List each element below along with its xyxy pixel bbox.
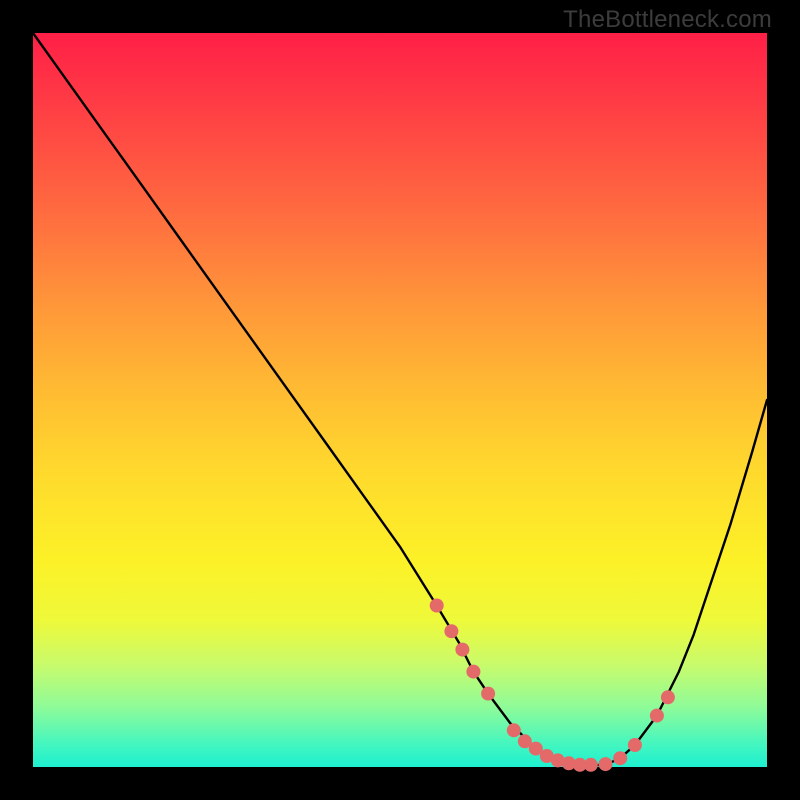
watermark-text: TheBottleneck.com bbox=[563, 6, 772, 34]
marker-group bbox=[430, 599, 675, 772]
chart-frame: TheBottleneck.com bbox=[0, 0, 800, 800]
marker-point bbox=[444, 624, 458, 638]
marker-point bbox=[661, 690, 675, 704]
plot-area bbox=[33, 33, 767, 767]
marker-point bbox=[650, 709, 664, 723]
marker-point bbox=[430, 599, 444, 613]
marker-point bbox=[628, 738, 642, 752]
marker-point bbox=[455, 643, 469, 657]
curve-layer bbox=[33, 33, 767, 767]
marker-point bbox=[584, 758, 598, 772]
marker-point bbox=[466, 665, 480, 679]
bottleneck-curve bbox=[33, 33, 767, 766]
marker-point bbox=[481, 687, 495, 701]
marker-point bbox=[599, 757, 613, 771]
marker-point bbox=[507, 723, 521, 737]
marker-point bbox=[613, 751, 627, 765]
